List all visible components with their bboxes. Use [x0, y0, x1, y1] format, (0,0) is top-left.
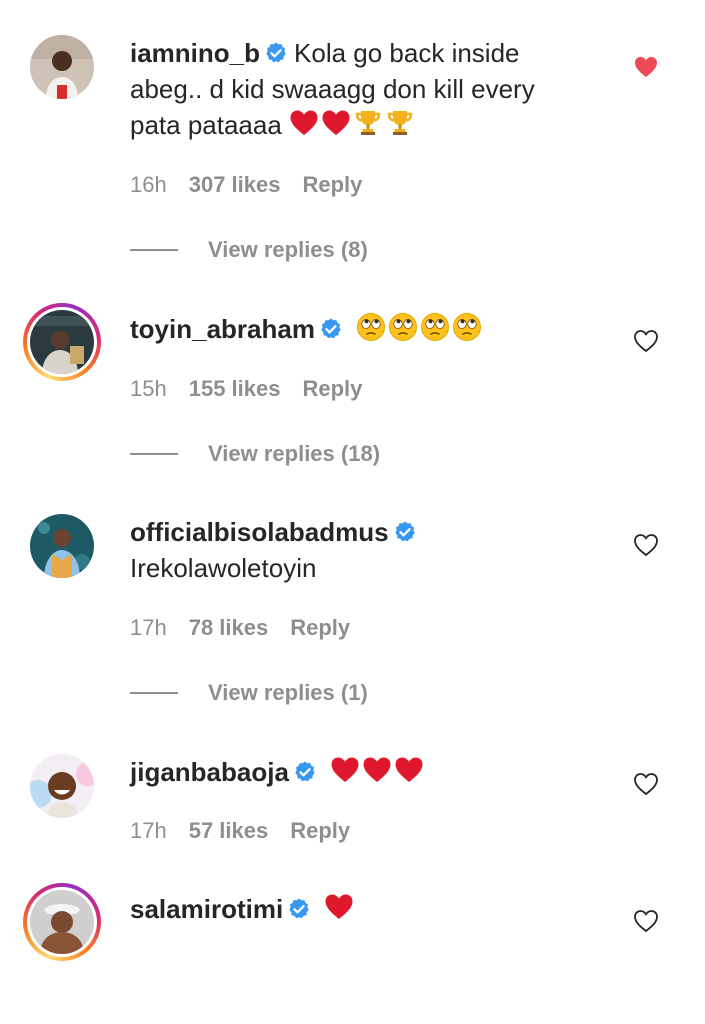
heart-icon[interactable]: [633, 54, 659, 80]
reply-button[interactable]: Reply: [290, 615, 350, 640]
red-heart-emoji-icon: [394, 755, 424, 785]
heart-outline-icon[interactable]: [633, 328, 659, 354]
comment-time: 17h: [130, 818, 167, 843]
view-replies-label: View replies (18): [208, 441, 381, 466]
verified-badge-icon: [264, 41, 288, 65]
verified-badge-icon: [393, 520, 417, 544]
eye-roll-emoji-icon: [356, 312, 386, 342]
red-heart-emoji-icon: [321, 108, 351, 138]
trophy-emoji-icon: [353, 108, 383, 138]
view-replies-button[interactable]: View replies (1): [130, 680, 368, 706]
view-replies-button[interactable]: View replies (8): [130, 237, 368, 263]
likes-count[interactable]: 307 likes: [189, 172, 281, 197]
red-heart-emoji-icon: [289, 108, 319, 138]
red-heart-emoji-icon: [362, 755, 392, 785]
heart-outline-icon[interactable]: [633, 771, 659, 797]
verified-badge-icon: [287, 897, 311, 921]
likes-count[interactable]: 57 likes: [189, 818, 269, 843]
divider: [130, 249, 178, 251]
red-heart-emoji-icon: [324, 892, 354, 922]
reply-button[interactable]: Reply: [302, 172, 362, 197]
avatar[interactable]: [28, 33, 96, 101]
comment-username[interactable]: toyin_abraham: [130, 314, 315, 344]
likes-count[interactable]: 155 likes: [189, 376, 281, 401]
comment-time: 17h: [130, 615, 167, 640]
comment-text: Irekolawoletoyin: [130, 553, 317, 583]
comment-username[interactable]: jiganbabaoja: [130, 757, 289, 787]
comment-username[interactable]: iamnino_b: [130, 38, 260, 68]
reply-button[interactable]: Reply: [302, 376, 362, 401]
trophy-emoji-icon: [385, 108, 415, 138]
comment-username[interactable]: officialbisolabadmus: [130, 517, 389, 547]
eye-roll-emoji-icon: [388, 312, 418, 342]
comment-text-line: pata pataaaa: [130, 110, 282, 140]
verified-badge-icon: [319, 317, 343, 341]
heart-outline-icon[interactable]: [633, 532, 659, 558]
red-heart-emoji-icon: [330, 755, 360, 785]
divider: [130, 453, 178, 455]
verified-badge-icon: [293, 760, 317, 784]
avatar[interactable]: [28, 752, 96, 820]
avatar[interactable]: [23, 883, 101, 961]
eye-roll-emoji-icon: [452, 312, 482, 342]
comment-text: Kola go back inside: [294, 38, 520, 68]
comment-time: 16h: [130, 172, 167, 197]
avatar[interactable]: [28, 512, 96, 580]
view-replies-label: View replies (1): [208, 680, 368, 705]
view-replies-label: View replies (8): [208, 237, 368, 262]
comment-text-line: abeg.. d kid swaaagg don kill every: [130, 74, 535, 104]
view-replies-button[interactable]: View replies (18): [130, 441, 380, 467]
eye-roll-emoji-icon: [420, 312, 450, 342]
divider: [130, 692, 178, 694]
likes-count[interactable]: 78 likes: [189, 615, 269, 640]
reply-button[interactable]: Reply: [290, 818, 350, 843]
heart-outline-icon[interactable]: [633, 908, 659, 934]
avatar[interactable]: [23, 303, 101, 381]
comment-username[interactable]: salamirotimi: [130, 894, 283, 924]
comment-time: 15h: [130, 376, 167, 401]
